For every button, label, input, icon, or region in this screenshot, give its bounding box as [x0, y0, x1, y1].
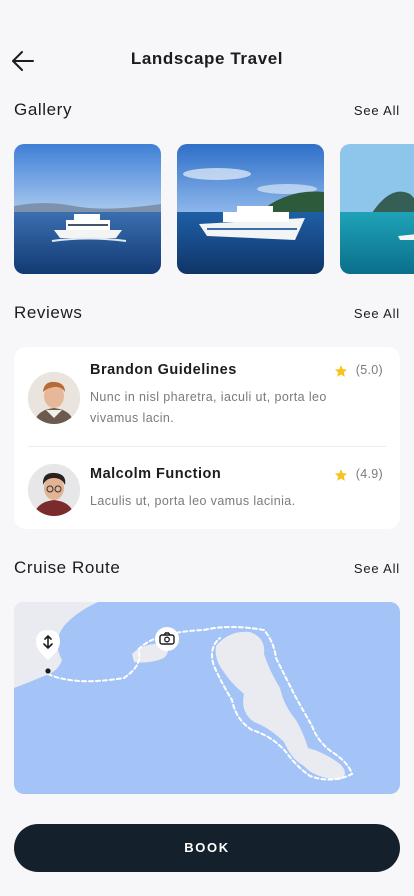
reviews-section-header: Reviews See All: [14, 303, 400, 327]
route-title: Cruise Route: [14, 558, 121, 577]
avatar: [28, 464, 80, 516]
gallery-see-all-link[interactable]: See All: [354, 103, 400, 118]
gallery-photo[interactable]: [177, 144, 324, 274]
review-rating: (5.0): [355, 363, 383, 377]
review-item[interactable]: Malcolm Function (4.9) Laculis ut, porta…: [14, 451, 400, 543]
header: Landscape Travel: [0, 40, 414, 80]
reviews-see-all-link[interactable]: See All: [354, 306, 400, 321]
gallery-section-header: Gallery See All: [14, 100, 400, 124]
star-icon: [334, 469, 348, 481]
reviewer-name: Malcolm Function: [90, 466, 222, 482]
route-map[interactable]: [14, 602, 400, 794]
route-see-all-link[interactable]: See All: [354, 561, 400, 576]
route-section-header: Cruise Route See All: [14, 558, 400, 582]
gallery-carousel[interactable]: [14, 144, 414, 274]
review-rating: (4.9): [355, 467, 383, 481]
camera-icon[interactable]: [155, 627, 179, 651]
avatar: [28, 372, 80, 424]
reviewer-name: Brandon Guidelines: [90, 362, 237, 378]
review-divider: [28, 446, 386, 447]
reviews-card: Brandon Guidelines (5.0) Nunc in nisl ph…: [14, 347, 400, 529]
review-item[interactable]: Brandon Guidelines (5.0) Nunc in nisl ph…: [14, 347, 400, 439]
reviews-title: Reviews: [14, 303, 83, 322]
review-text: Laculis ut, porta leo vamus lacinia.: [90, 494, 296, 508]
star-icon: [334, 365, 348, 377]
page-title: Landscape Travel: [130, 49, 284, 68]
review-text: Nunc in nisl pharetra, iaculi ut, porta …: [90, 390, 327, 425]
gallery-photo[interactable]: [340, 144, 414, 274]
gallery-photo[interactable]: [14, 144, 161, 274]
book-button[interactable]: BOOK: [14, 824, 400, 872]
gallery-title: Gallery: [14, 100, 73, 119]
